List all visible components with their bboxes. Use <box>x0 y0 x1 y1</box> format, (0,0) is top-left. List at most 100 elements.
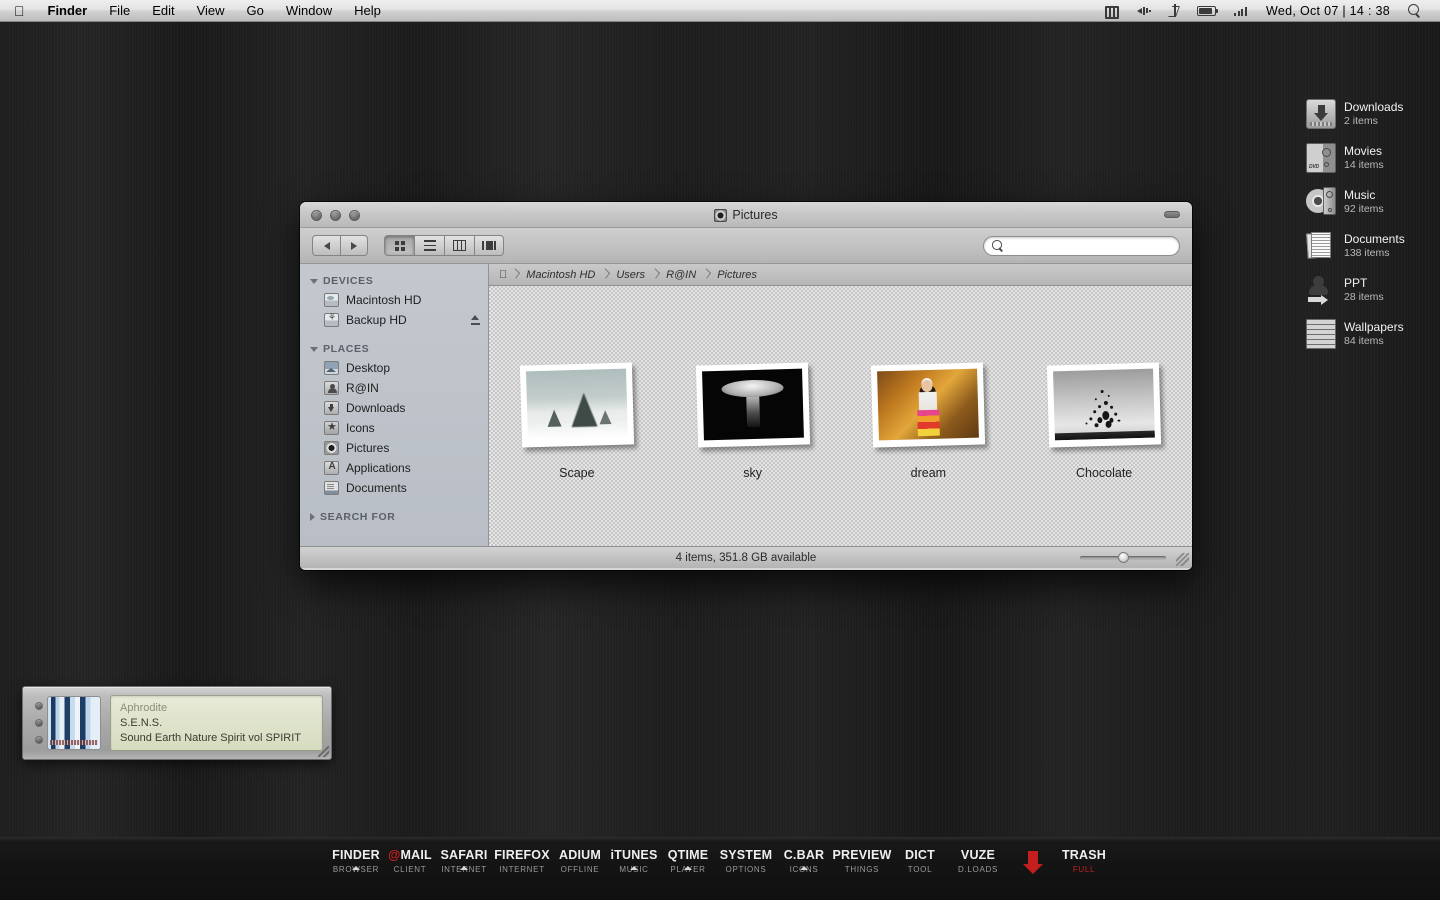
forward-arrow-icon <box>351 241 357 250</box>
file-item-sky[interactable]: sky <box>665 362 841 480</box>
breadcrumb-item-users[interactable]: Users <box>609 269 659 281</box>
view-mode-list[interactable] <box>414 235 444 256</box>
breadcrumb-item-rain[interactable]: R@IN <box>659 269 710 281</box>
dock-item-mail[interactable]: @MAIL CLIENT <box>383 848 437 874</box>
dock-item-vuze[interactable]: VUZE D.LOADS <box>947 848 1009 874</box>
photo-frame <box>1047 362 1162 448</box>
signal-bars-icon[interactable] <box>1225 0 1257 22</box>
file-item-dream[interactable]: dream <box>841 362 1017 480</box>
sidebar-item-documents[interactable]: Documents <box>300 478 488 498</box>
menu-item-view[interactable]: View <box>186 0 236 22</box>
sidebar-item-backup-hd[interactable]: Backup HD <box>300 310 488 330</box>
menu-item-finder[interactable]: Finder <box>37 0 99 22</box>
dock-item-firefox[interactable]: FIREFOX INTERNET <box>491 848 553 875</box>
stack-ppt[interactable]: PPT 28 items <box>1306 268 1426 312</box>
sidebar-item-macintosh-hd[interactable]: Macintosh HD <box>300 290 488 310</box>
battery-icon[interactable] <box>1188 0 1225 22</box>
applications-folder-icon <box>324 461 339 475</box>
sidebar-header-search-for[interactable]: SEARCH FOR <box>300 508 488 526</box>
dock-item-qtime[interactable]: QTIME PLAYER <box>661 848 715 874</box>
menu-bar-clock[interactable]: Wed, Oct 07 | 14 : 38 <box>1257 0 1399 22</box>
dock-item-label: iTUNES <box>610 848 658 862</box>
volume-icon[interactable] <box>1128 0 1161 22</box>
file-item-chocolate[interactable]: Chocolate <box>1016 362 1192 480</box>
breadcrumb-item-pictures[interactable]: Pictures <box>710 269 764 281</box>
search-field[interactable] <box>983 235 1180 256</box>
stack-music[interactable]: Music 92 items <box>1306 180 1426 224</box>
dock-item-dict[interactable]: DICT TOOL <box>893 848 947 874</box>
sidebar-item-downloads[interactable]: Downloads <box>300 398 488 418</box>
track-title: Aphrodite <box>120 702 168 714</box>
finder-sidebar: DEVICES Macintosh HD Backup HD PLACES De… <box>300 264 489 546</box>
back-button[interactable] <box>312 235 340 256</box>
menu-item-window[interactable]: Window <box>275 0 343 22</box>
music-player-widget[interactable]: Aphrodite S.E.N.S. Sound Earth Nature Sp… <box>22 686 332 760</box>
sidebar-header-label: SEARCH FOR <box>320 511 396 523</box>
running-indicator <box>630 866 638 871</box>
menu-item-edit[interactable]: Edit <box>141 0 185 22</box>
file-thumbnail <box>519 362 634 448</box>
cd-disc-icon <box>1306 187 1336 217</box>
file-item-scape[interactable]: Scape <box>489 362 665 480</box>
menu-item-go[interactable]: Go <box>236 0 275 22</box>
stack-count: 138 items <box>1344 246 1390 259</box>
stack-wallpapers[interactable]: Wallpapers 84 items <box>1306 312 1426 356</box>
sidebar-item-label: Applications <box>346 461 411 475</box>
dock-item-label: PREVIEW <box>832 848 892 862</box>
window-resize-grip[interactable] <box>1176 553 1189 566</box>
dock-item-itunes[interactable]: iTUNES MUSIC <box>607 848 661 874</box>
dock-item-trash[interactable]: TRASH FULL <box>1057 848 1111 874</box>
menu-item-help[interactable]: Help <box>343 0 392 22</box>
widget-button-2[interactable] <box>35 719 43 727</box>
dock-item-safari[interactable]: SAFARI INTERNET <box>437 848 491 874</box>
view-mode-column[interactable] <box>444 235 474 256</box>
dock-item-adium[interactable]: ADIUM OFFLINE <box>553 848 607 874</box>
spotlight-search-icon[interactable] <box>1399 0 1430 22</box>
search-input[interactable] <box>1007 239 1167 252</box>
stack-documents[interactable]: Documents 138 items <box>1306 224 1426 268</box>
dock-item-label: @MAIL <box>388 848 432 862</box>
sidebar-header-devices[interactable]: DEVICES <box>300 272 488 290</box>
sync-icon[interactable] <box>1096 0 1128 22</box>
menu-item-file[interactable]: File <box>98 0 141 22</box>
eject-icon[interactable] <box>471 315 480 325</box>
forward-button[interactable] <box>340 235 368 256</box>
sidebar-item-applications[interactable]: Applications <box>300 458 488 478</box>
slider-knob[interactable] <box>1118 552 1129 563</box>
file-thumbnail <box>1047 362 1162 448</box>
window-title-bar[interactable]: Pictures <box>300 202 1192 228</box>
dock-item-system[interactable]: SYSTEM OPTIONS <box>715 848 777 875</box>
view-mode-coverflow[interactable] <box>474 235 504 256</box>
widget-button-3[interactable] <box>35 736 43 744</box>
backup-drive-icon <box>324 312 339 327</box>
dock-item-sublabel: OPTIONS <box>725 865 767 875</box>
sidebar-item-pictures[interactable]: Pictures <box>300 438 488 458</box>
sidebar-header-places[interactable]: PLACES <box>300 340 488 358</box>
toolbar-toggle-button[interactable] <box>1164 211 1180 218</box>
dock-item-cbar[interactable]: C.BAR ICONS <box>777 848 831 874</box>
dock-item-sublabel: INTERNET <box>499 865 545 875</box>
view-mode-icon[interactable] <box>384 235 414 256</box>
breadcrumb-root[interactable]:  <box>495 269 519 281</box>
dock-item-finder[interactable]: FINDER BROWSER <box>329 848 383 874</box>
sidebar-header-label: DEVICES <box>323 275 374 287</box>
sidebar-item-home[interactable]: R@IN <box>300 378 488 398</box>
icon-size-slider[interactable] <box>1080 552 1166 563</box>
running-indicator <box>352 866 360 871</box>
breadcrumb-item-macintosh-hd[interactable]: Macintosh HD <box>519 269 609 281</box>
dock-item-preview[interactable]: PREVIEW THINGS <box>831 848 893 874</box>
chevron-down-icon <box>310 278 318 284</box>
sidebar-item-icons[interactable]: Icons <box>300 418 488 438</box>
stack-title: PPT <box>1344 275 1368 290</box>
dock-item-label: SAFARI <box>440 848 488 862</box>
stack-downloads[interactable]: Downloads 2 items <box>1306 92 1426 136</box>
file-name: dream <box>910 466 947 480</box>
status-text: 4 items, 351.8 GB available <box>675 551 817 564</box>
apple-menu-icon[interactable]:  <box>0 4 37 18</box>
menu-bar:  Finder File Edit View Go Window Help W… <box>0 0 1440 22</box>
stack-movies[interactable]: DVD Movies 14 items <box>1306 136 1426 180</box>
sidebar-item-desktop[interactable]: Desktop <box>300 358 488 378</box>
widget-resize-grip[interactable] <box>318 746 329 757</box>
bluetooth-icon[interactable] <box>1161 0 1188 22</box>
widget-button-1[interactable] <box>35 702 43 710</box>
